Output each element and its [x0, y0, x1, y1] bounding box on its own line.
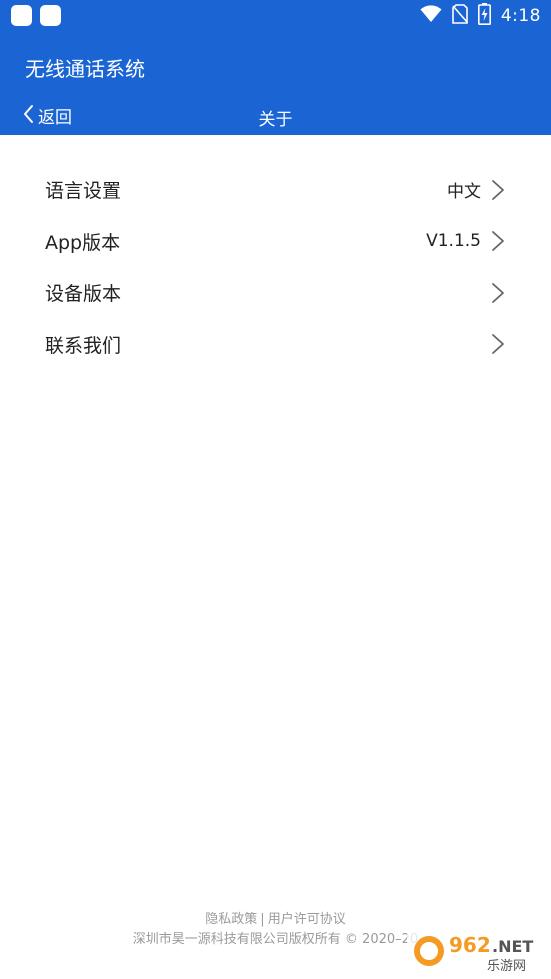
app-bar: 无线通话系统 返回 关于 [0, 33, 551, 135]
footer-separator: | [260, 912, 265, 927]
status-bar: 4:18 [0, 0, 551, 33]
notification-icon [11, 5, 32, 26]
about-screen: 4:18 无线通话系统 返回 关于 语言设置 中文 App版本 V1.1.5 设… [0, 0, 551, 979]
status-time: 4:18 [500, 6, 541, 26]
status-icons: 4:18 [420, 3, 541, 29]
settings-row-contact-us[interactable]: 联系我们 [0, 319, 551, 371]
row-label: 语言设置 [45, 180, 122, 203]
row-label: App版本 [45, 231, 121, 254]
privacy-policy-link[interactable]: 隐私政策 [205, 910, 257, 930]
notification-area [11, 5, 61, 26]
svg-text:乐游网: 乐游网 [487, 959, 526, 974]
chevron-right-icon [492, 282, 504, 303]
footer-links: 隐私政策 | 用户许可协议 [0, 910, 551, 930]
row-value: 中文 [447, 182, 481, 203]
chevron-right-icon [492, 179, 504, 200]
svg-text:962: 962 [449, 933, 491, 957]
row-value: V1.1.5 [426, 231, 481, 252]
row-label: 联系我们 [45, 334, 122, 357]
app-title: 无线通话系统 [25, 57, 145, 81]
row-label: 设备版本 [45, 283, 122, 306]
no-sim-icon [452, 4, 468, 28]
settings-row-app-version[interactable]: App版本 V1.1.5 [0, 216, 551, 268]
page-title: 关于 [258, 110, 293, 130]
settings-row-device-version[interactable]: 设备版本 [0, 267, 551, 319]
wifi-icon [420, 5, 442, 27]
notification-icon [40, 5, 61, 26]
battery-charging-icon [477, 3, 491, 29]
settings-row-language[interactable]: 语言设置 中文 [0, 164, 551, 216]
user-agreement-link[interactable]: 用户许可协议 [268, 910, 346, 930]
settings-list: 语言设置 中文 App版本 V1.1.5 设备版本 联系我们 [0, 164, 551, 370]
chevron-right-icon [492, 334, 504, 355]
svg-text:.NET: .NET [492, 937, 533, 956]
chevron-right-icon [492, 231, 504, 252]
watermark-logo: 962 .NET 乐游网 [407, 928, 545, 974]
